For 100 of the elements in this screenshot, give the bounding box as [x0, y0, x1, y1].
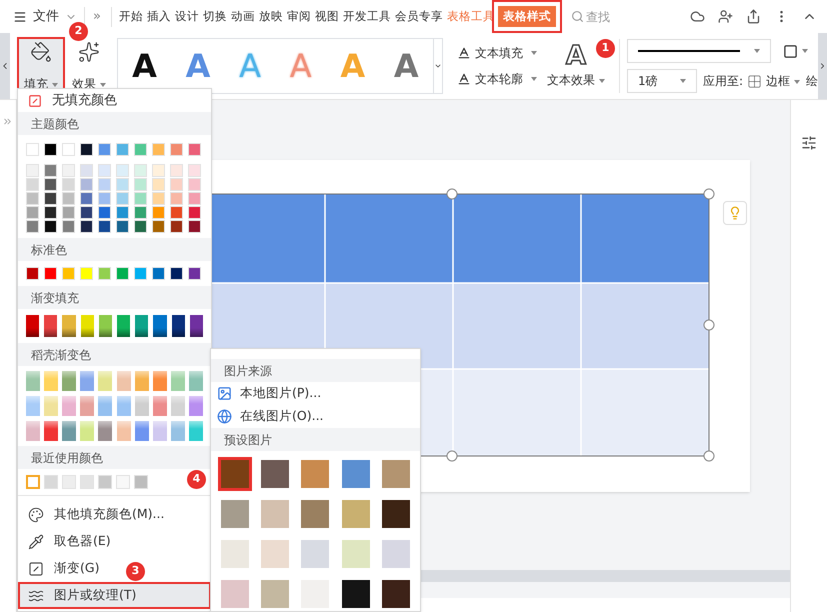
gradient-swatch[interactable] — [98, 421, 112, 441]
expand-icon[interactable] — [2, 116, 13, 127]
border-dropdown[interactable]: 边框 — [766, 72, 800, 90]
menu-item[interactable]: 在线图片(O)... — [211, 405, 420, 428]
draw-label[interactable]: 绘 — [806, 72, 818, 90]
gradient-swatch[interactable] — [134, 396, 149, 416]
gradient-swatch[interactable] — [135, 315, 148, 337]
gradient-swatch[interactable] — [80, 396, 94, 416]
gradient-swatch[interactable] — [44, 396, 58, 416]
border-grid-icon[interactable] — [747, 74, 762, 88]
file-menu[interactable]: 文件 — [33, 6, 59, 26]
text-outline-button[interactable]: 文本轮廓 — [456, 70, 537, 88]
section-header: 图片来源 — [211, 359, 420, 382]
overflow-button[interactable]: » — [93, 6, 101, 26]
gradient-swatch[interactable] — [98, 371, 112, 391]
gradient-swatch[interactable] — [62, 396, 76, 416]
menu-item[interactable]: 渐变(G) — [18, 555, 110, 582]
caret-icon — [794, 80, 800, 84]
menu-item-label: 本地图片(P)... — [240, 384, 322, 402]
gradient-swatch[interactable] — [80, 315, 94, 337]
user-add-icon[interactable] — [718, 9, 733, 24]
scroll-right-button[interactable] — [818, 33, 827, 99]
gradient-swatch[interactable] — [44, 421, 58, 441]
search-icon — [570, 10, 584, 23]
section-header: 最近使用颜色 — [18, 446, 211, 469]
border-color-icon[interactable] — [782, 44, 798, 58]
smart-tip-button[interactable] — [723, 201, 747, 225]
ribbon-tab[interactable]: 开始 — [118, 6, 144, 27]
gradient-swatch[interactable] — [80, 421, 94, 441]
line-style-dropdown[interactable] — [626, 39, 771, 63]
scroll-left-button[interactable] — [0, 33, 10, 99]
menu-item[interactable]: 图片或纹理(T) — [18, 582, 211, 609]
cloud-icon[interactable] — [690, 9, 705, 24]
settings-icon[interactable] — [801, 135, 817, 151]
gradient-swatch[interactable] — [44, 371, 58, 391]
gradient-swatch[interactable] — [26, 371, 40, 391]
gradient-swatch[interactable] — [153, 315, 167, 337]
gradient-swatch[interactable] — [26, 315, 40, 337]
text-style-preview[interactable]: A — [132, 50, 157, 82]
gradient-swatch[interactable] — [152, 371, 167, 391]
lightbulb-icon — [728, 206, 742, 220]
caret-icon — [530, 77, 537, 81]
chevron-down-icon — [434, 62, 442, 70]
gradient-swatch[interactable] — [134, 421, 149, 441]
globe-icon — [217, 409, 232, 424]
text-fill-button[interactable]: 文本填充 — [456, 44, 537, 62]
gallery-scroll[interactable] — [434, 38, 443, 94]
ribbon-tab[interactable]: 切换 — [202, 6, 228, 27]
caret-icon — [754, 49, 760, 53]
gradient-swatch[interactable] — [190, 315, 204, 337]
gradient-swatch[interactable] — [172, 315, 185, 337]
palette-icon — [28, 506, 44, 522]
gradient-swatch[interactable] — [26, 421, 40, 441]
gradient-swatch[interactable] — [170, 421, 185, 441]
gradient-swatch[interactable] — [188, 421, 203, 441]
menu-item-label: 渐变(G) — [54, 559, 100, 578]
gradient-swatch[interactable] — [116, 396, 130, 416]
gradient-swatch[interactable] — [62, 421, 76, 441]
ribbon-tab[interactable]: 开发工具 — [342, 6, 392, 27]
caret-icon — [802, 49, 808, 53]
gradient-swatch[interactable] — [98, 396, 112, 416]
gradient-swatch[interactable] — [62, 315, 76, 337]
gradient-swatch[interactable] — [116, 421, 130, 441]
menu-item[interactable]: 取色器(E) — [18, 528, 121, 555]
ribbon-tab[interactable]: 审阅 — [286, 6, 312, 27]
gradient-swatch[interactable] — [170, 396, 185, 416]
letter-underline-icon — [456, 72, 471, 86]
gradient-swatch[interactable] — [117, 315, 130, 337]
gradient-swatch[interactable] — [80, 371, 94, 391]
ribbon-tab[interactable]: 设计 — [174, 6, 200, 27]
menu-item-label: 图片或纹理(T) — [54, 586, 136, 604]
section-header: 标准色 — [18, 238, 211, 261]
line-weight-dropdown[interactable]: 1磅 — [626, 69, 697, 93]
eyedropper-icon — [28, 534, 44, 550]
caret-icon — [530, 51, 537, 55]
gradient-swatch[interactable] — [188, 371, 203, 391]
menu-item[interactable]: 其他填充颜色(M)... — [18, 501, 174, 528]
gradient-swatch[interactable] — [26, 396, 40, 416]
menu-icon[interactable] — [13, 10, 27, 24]
sparkle-icon — [78, 41, 100, 63]
gradient-swatch[interactable] — [44, 315, 58, 337]
texture-thumbnail[interactable] — [218, 457, 252, 491]
gradient-swatch[interactable] — [98, 315, 112, 337]
gradient-swatch[interactable] — [152, 421, 167, 441]
gradient-swatch[interactable] — [170, 371, 185, 391]
gradient-swatch[interactable] — [116, 371, 130, 391]
gradient-swatch[interactable] — [62, 371, 76, 391]
ribbon-tab[interactable]: 插入 — [146, 6, 172, 27]
gradient-swatch[interactable] — [188, 396, 203, 416]
text-style-preview[interactable]: A — [394, 50, 419, 82]
ribbon-tab[interactable]: 视图 — [314, 6, 340, 27]
ribbon-tab[interactable]: 放映 — [258, 6, 284, 27]
share-icon[interactable] — [746, 9, 761, 24]
gradient-swatch[interactable] — [134, 371, 149, 391]
color-swatch[interactable] — [26, 475, 40, 489]
ribbon-tab[interactable]: 动画 — [230, 6, 256, 27]
menu-item[interactable]: 本地图片(P)... — [211, 382, 420, 405]
menu-item-label: 其他填充颜色(M)... — [54, 505, 164, 524]
gradient-swatch[interactable] — [152, 396, 167, 416]
ribbon-tab[interactable]: 会员专享 — [394, 6, 444, 27]
